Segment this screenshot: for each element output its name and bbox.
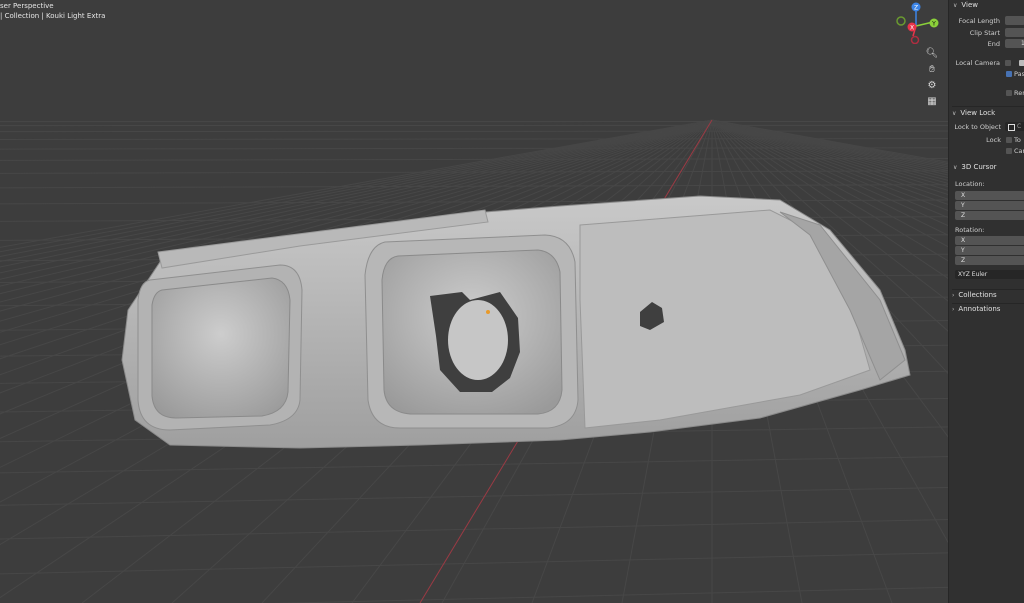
location-y-label: Y: [961, 202, 965, 209]
rotation-y-field[interactable]: Y: [955, 246, 1024, 255]
rotation-mode-dropdown[interactable]: XYZ Euler: [955, 270, 1024, 279]
sidebar-n-panel: ∨ View Focal Length Clip Start End 1 Loc…: [948, 0, 1024, 603]
chevron-down-icon: ∨: [953, 1, 958, 9]
lock-label: Lock: [986, 136, 1001, 144]
rotation-z-field[interactable]: Z: [955, 256, 1024, 265]
hand-pan-icon[interactable]: ✋︎: [923, 62, 941, 76]
passepartout-label: Pas: [1014, 70, 1024, 78]
viewport-canvas: [0, 119, 1024, 603]
origin-point: [486, 310, 490, 314]
annotations-header[interactable]: › Annotations: [952, 303, 1024, 313]
headlight-mesh[interactable]: [121, 195, 911, 449]
object-icon: [1008, 124, 1015, 131]
local-camera-checkbox[interactable]: [1005, 60, 1011, 66]
neg-y-axis-handle[interactable]: [896, 16, 906, 26]
lock-to-object-label: Lock to Object: [954, 123, 1001, 131]
location-label: Location:: [955, 180, 985, 188]
view-lock-title: View Lock: [960, 109, 996, 117]
rotation-x-field[interactable]: X: [955, 236, 1024, 245]
3d-viewport[interactable]: ser Perspective | Collection | Kouki Lig…: [0, 0, 1024, 603]
neg-z-axis-handle[interactable]: [910, 35, 920, 44]
view-panel-title: View: [961, 1, 979, 9]
local-camera-label: Local Camera: [955, 59, 1000, 67]
rotation-mode-value: XYZ Euler: [958, 271, 988, 278]
3d-cursor-title: 3D Cursor: [961, 163, 997, 171]
annotations-title: Annotations: [958, 305, 1001, 313]
clip-end-field[interactable]: 1: [1005, 39, 1024, 48]
3d-cursor-header[interactable]: ∨ 3D Cursor: [953, 163, 997, 171]
clip-start-label: Clip Start: [969, 29, 1000, 37]
rotation-x-label: X: [961, 237, 966, 244]
y-axis-label: Y: [931, 21, 936, 28]
render-region-checkbox[interactable]: [1006, 90, 1012, 96]
x-axis-label: X: [910, 25, 914, 32]
zoom-icon[interactable]: 🔍︎: [923, 46, 941, 60]
breadcrumb: | Collection | Kouki Light Extra: [0, 12, 106, 20]
passepartout-checkbox[interactable]: [1006, 71, 1012, 77]
chevron-right-icon: ›: [952, 291, 955, 299]
view-lock-header[interactable]: ∨ View Lock: [952, 106, 1024, 117]
location-z-field[interactable]: Z: [955, 211, 1024, 220]
focal-length-label: Focal Length: [958, 17, 1000, 25]
chevron-right-icon: ›: [952, 305, 955, 313]
rotation-z-label: Z: [961, 257, 966, 264]
z-axis-label: Z: [914, 5, 918, 12]
chevron-down-icon: ∨: [952, 109, 957, 117]
view-name-label: ser Perspective: [0, 2, 54, 10]
lock-to-3d-cursor-checkbox[interactable]: [1006, 137, 1012, 143]
lock-camera-label: Can: [1014, 147, 1024, 155]
chevron-down-icon: ∨: [953, 163, 958, 171]
lock-to-3d-cursor-label: To: [1014, 136, 1021, 144]
view-panel-header[interactable]: ∨ View: [953, 1, 978, 9]
collections-title: Collections: [958, 291, 997, 299]
rotation-label: Rotation:: [955, 226, 985, 234]
location-x-label: X: [961, 192, 966, 199]
clip-start-field[interactable]: [1005, 28, 1024, 37]
local-camera-picker[interactable]: [1019, 60, 1024, 66]
location-x-field[interactable]: X: [955, 191, 1024, 200]
rotation-y-label: Y: [961, 247, 965, 254]
lock-to-object-value: C: [1017, 123, 1022, 130]
left-lamp-cup: [151, 277, 291, 419]
navigation-gizmo[interactable]: Z Y X: [896, 0, 940, 44]
location-y-field[interactable]: Y: [955, 201, 1024, 210]
center-bulb: [448, 300, 508, 380]
clip-end-label: End: [987, 40, 1000, 48]
camera-toggle-icon[interactable]: ⚙︎: [923, 78, 941, 92]
lock-to-object-field[interactable]: C: [1005, 122, 1024, 131]
location-z-label: Z: [961, 212, 966, 219]
render-region-label: Ren: [1014, 89, 1024, 97]
collections-header[interactable]: › Collections: [952, 289, 1024, 299]
focal-length-field[interactable]: [1005, 16, 1024, 25]
lock-camera-checkbox[interactable]: [1006, 148, 1012, 154]
grid-perspective-icon[interactable]: ▦: [923, 94, 941, 108]
